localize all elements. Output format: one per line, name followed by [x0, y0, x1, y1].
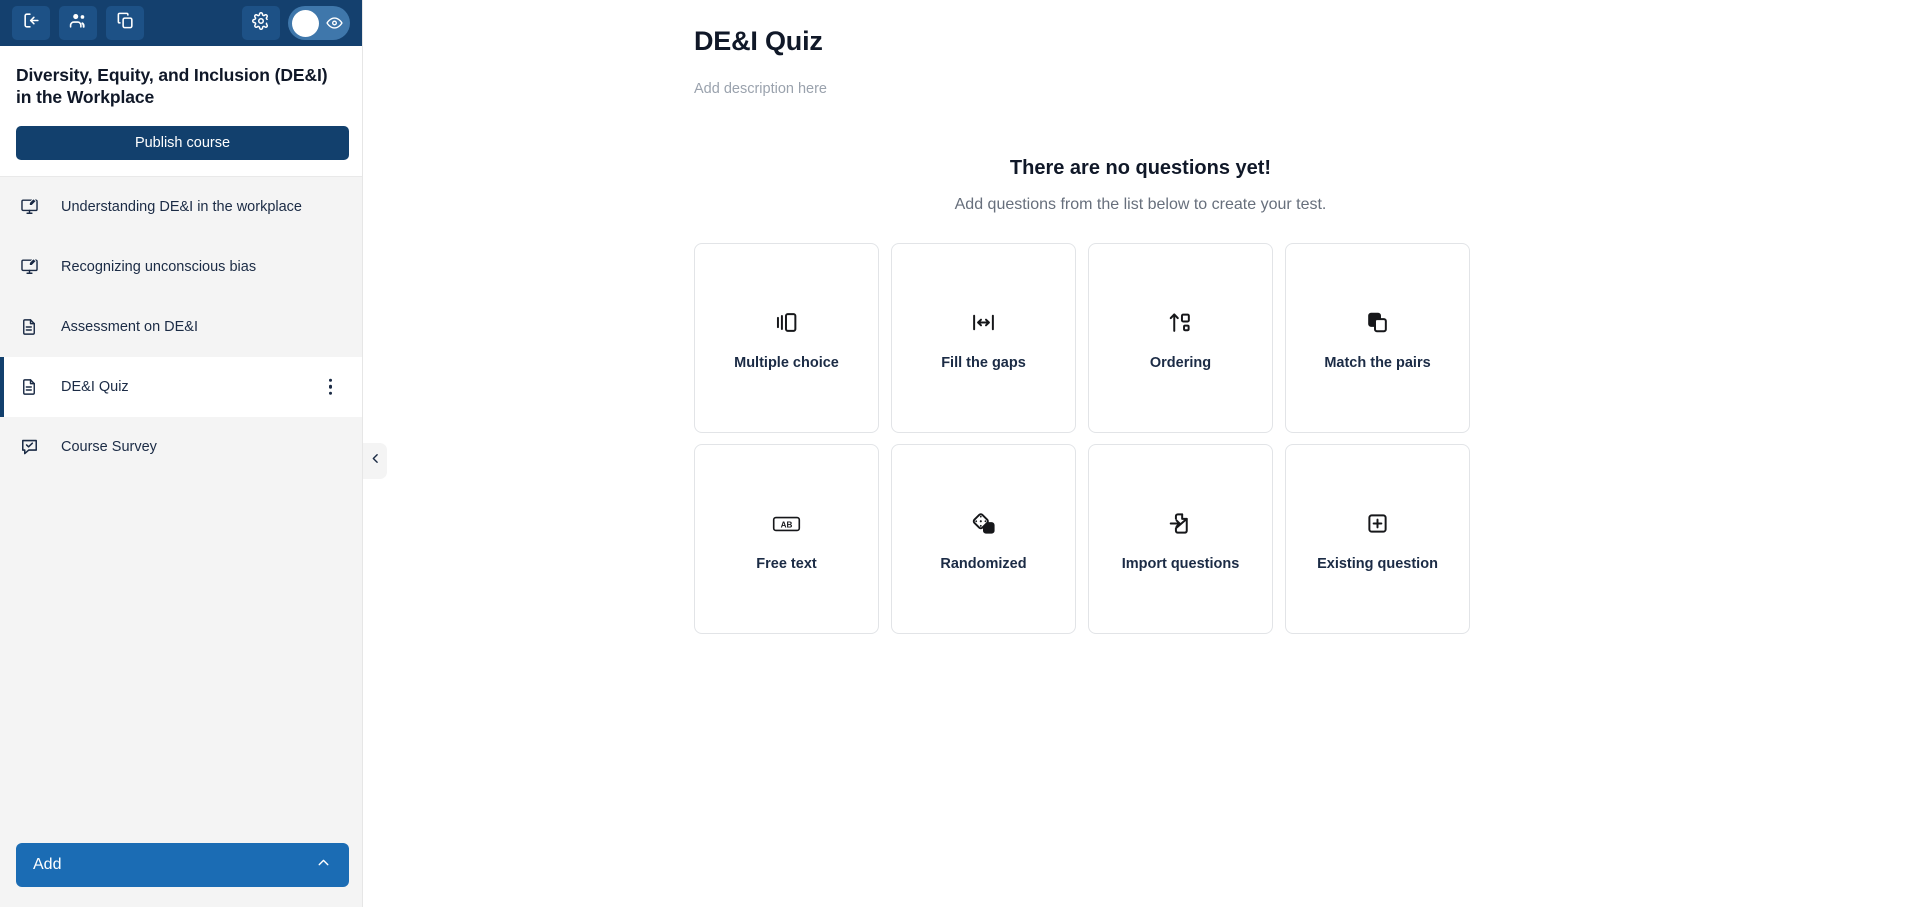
item-options-menu-button[interactable] — [325, 375, 337, 400]
question-type-label: Existing question — [1317, 555, 1438, 572]
toggle-knob — [292, 9, 319, 37]
quiz-editor-main: DE&I Quiz Add description here There are… — [363, 0, 1918, 907]
question-type-free-text[interactable]: AB Free text — [694, 444, 879, 634]
chevron-up-icon — [315, 854, 332, 876]
app-root: Diversity, Equity, and Inclusion (DE&I) … — [0, 0, 1918, 907]
chevron-left-icon — [369, 452, 382, 470]
sidebar-toolbar — [0, 0, 362, 46]
presentation-lesson-icon — [18, 197, 40, 216]
ordering-icon — [1168, 306, 1193, 340]
survey-icon — [18, 437, 40, 456]
description-input-placeholder[interactable]: Add description here — [694, 81, 827, 97]
sidebar-item-course-survey[interactable]: Course Survey — [0, 416, 362, 477]
add-button-label: Add — [33, 856, 62, 873]
match-pairs-icon — [1365, 306, 1390, 340]
import-file-icon — [1168, 507, 1193, 541]
course-sidebar: Diversity, Equity, and Inclusion (DE&I) … — [0, 0, 387, 907]
dice-icon — [970, 507, 997, 541]
presentation-lesson-icon — [18, 257, 40, 276]
sidebar-item-label: DE&I Quiz — [61, 378, 129, 395]
eye-icon — [326, 15, 343, 32]
settings-button[interactable] — [242, 6, 280, 40]
empty-state-heading: There are no questions yet! — [1009, 157, 1272, 179]
question-type-multiple-choice[interactable]: Multiple choice — [694, 243, 879, 433]
question-type-label: Randomized — [940, 555, 1027, 572]
empty-state-subheading: Add questions from the list below to cre… — [954, 196, 1327, 213]
question-type-label: Multiple choice — [734, 354, 839, 371]
question-type-label: Match the pairs — [1324, 354, 1431, 371]
question-type-label: Import questions — [1121, 555, 1240, 572]
exit-icon — [22, 11, 41, 35]
sidebar-item-recognizing-bias[interactable]: Recognizing unconscious bias — [0, 236, 362, 297]
sidebar-item-label: Understanding DE&I in the workplace — [61, 198, 302, 215]
add-section: Add — [0, 843, 362, 907]
page-title: DE&I Quiz — [694, 26, 823, 56]
free-text-ab-icon: AB — [772, 507, 801, 541]
add-button[interactable]: Add — [16, 843, 349, 887]
question-type-ordering[interactable]: Ordering — [1088, 243, 1273, 433]
multiple-choice-icon — [774, 306, 799, 340]
sidebar-item-label: Course Survey — [61, 438, 157, 455]
question-type-fill-the-gaps[interactable]: Fill the gaps — [891, 243, 1076, 433]
sidebar-item-label: Assessment on DE&I — [61, 318, 198, 335]
sidebar-item-understanding-dei[interactable]: Understanding DE&I in the workplace — [0, 176, 362, 237]
question-type-label: Free text — [756, 555, 817, 572]
kebab-dot — [328, 378, 332, 383]
document-icon — [18, 378, 40, 396]
kebab-dot — [328, 385, 332, 389]
fill-the-gaps-icon — [971, 306, 996, 340]
collapse-sidebar-button[interactable] — [363, 443, 387, 479]
preview-toggle[interactable] — [288, 6, 350, 40]
gear-icon — [252, 11, 270, 35]
exit-course-button[interactable] — [12, 6, 50, 40]
manage-learners-button[interactable] — [59, 6, 97, 40]
kebab-dot — [328, 391, 332, 396]
question-type-match-the-pairs[interactable]: Match the pairs — [1285, 243, 1470, 433]
question-type-label: Ordering — [1149, 354, 1212, 371]
copy-icon — [116, 11, 135, 35]
question-type-label: Fill the gaps — [941, 354, 1026, 371]
plus-box-icon — [1365, 507, 1390, 541]
publish-course-button[interactable]: Publish course — [16, 125, 349, 160]
sidebar-item-label: Recognizing unconscious bias — [61, 258, 257, 275]
sidebar-item-assessment-dei[interactable]: Assessment on DE&I — [0, 296, 362, 357]
question-type-randomized[interactable]: Randomized — [891, 444, 1076, 634]
course-structure-list: Understanding DE&I in the workplace Reco… — [0, 175, 362, 843]
sidebar-item-dei-quiz[interactable]: DE&I Quiz — [0, 356, 362, 417]
question-type-grid: Multiple choice Fill the gaps Ordering M… — [694, 243, 1472, 634]
duplicate-course-button[interactable] — [106, 6, 144, 40]
svg-text:AB: AB — [781, 520, 793, 529]
question-type-existing-question[interactable]: Existing question — [1285, 444, 1470, 634]
question-type-import-questions[interactable]: Import questions — [1088, 444, 1273, 634]
document-icon — [18, 318, 40, 336]
users-icon — [69, 11, 88, 35]
course-header: Diversity, Equity, and Inclusion (DE&I) … — [0, 46, 362, 176]
course-title: Diversity, Equity, and Inclusion (DE&I) … — [16, 65, 328, 108]
